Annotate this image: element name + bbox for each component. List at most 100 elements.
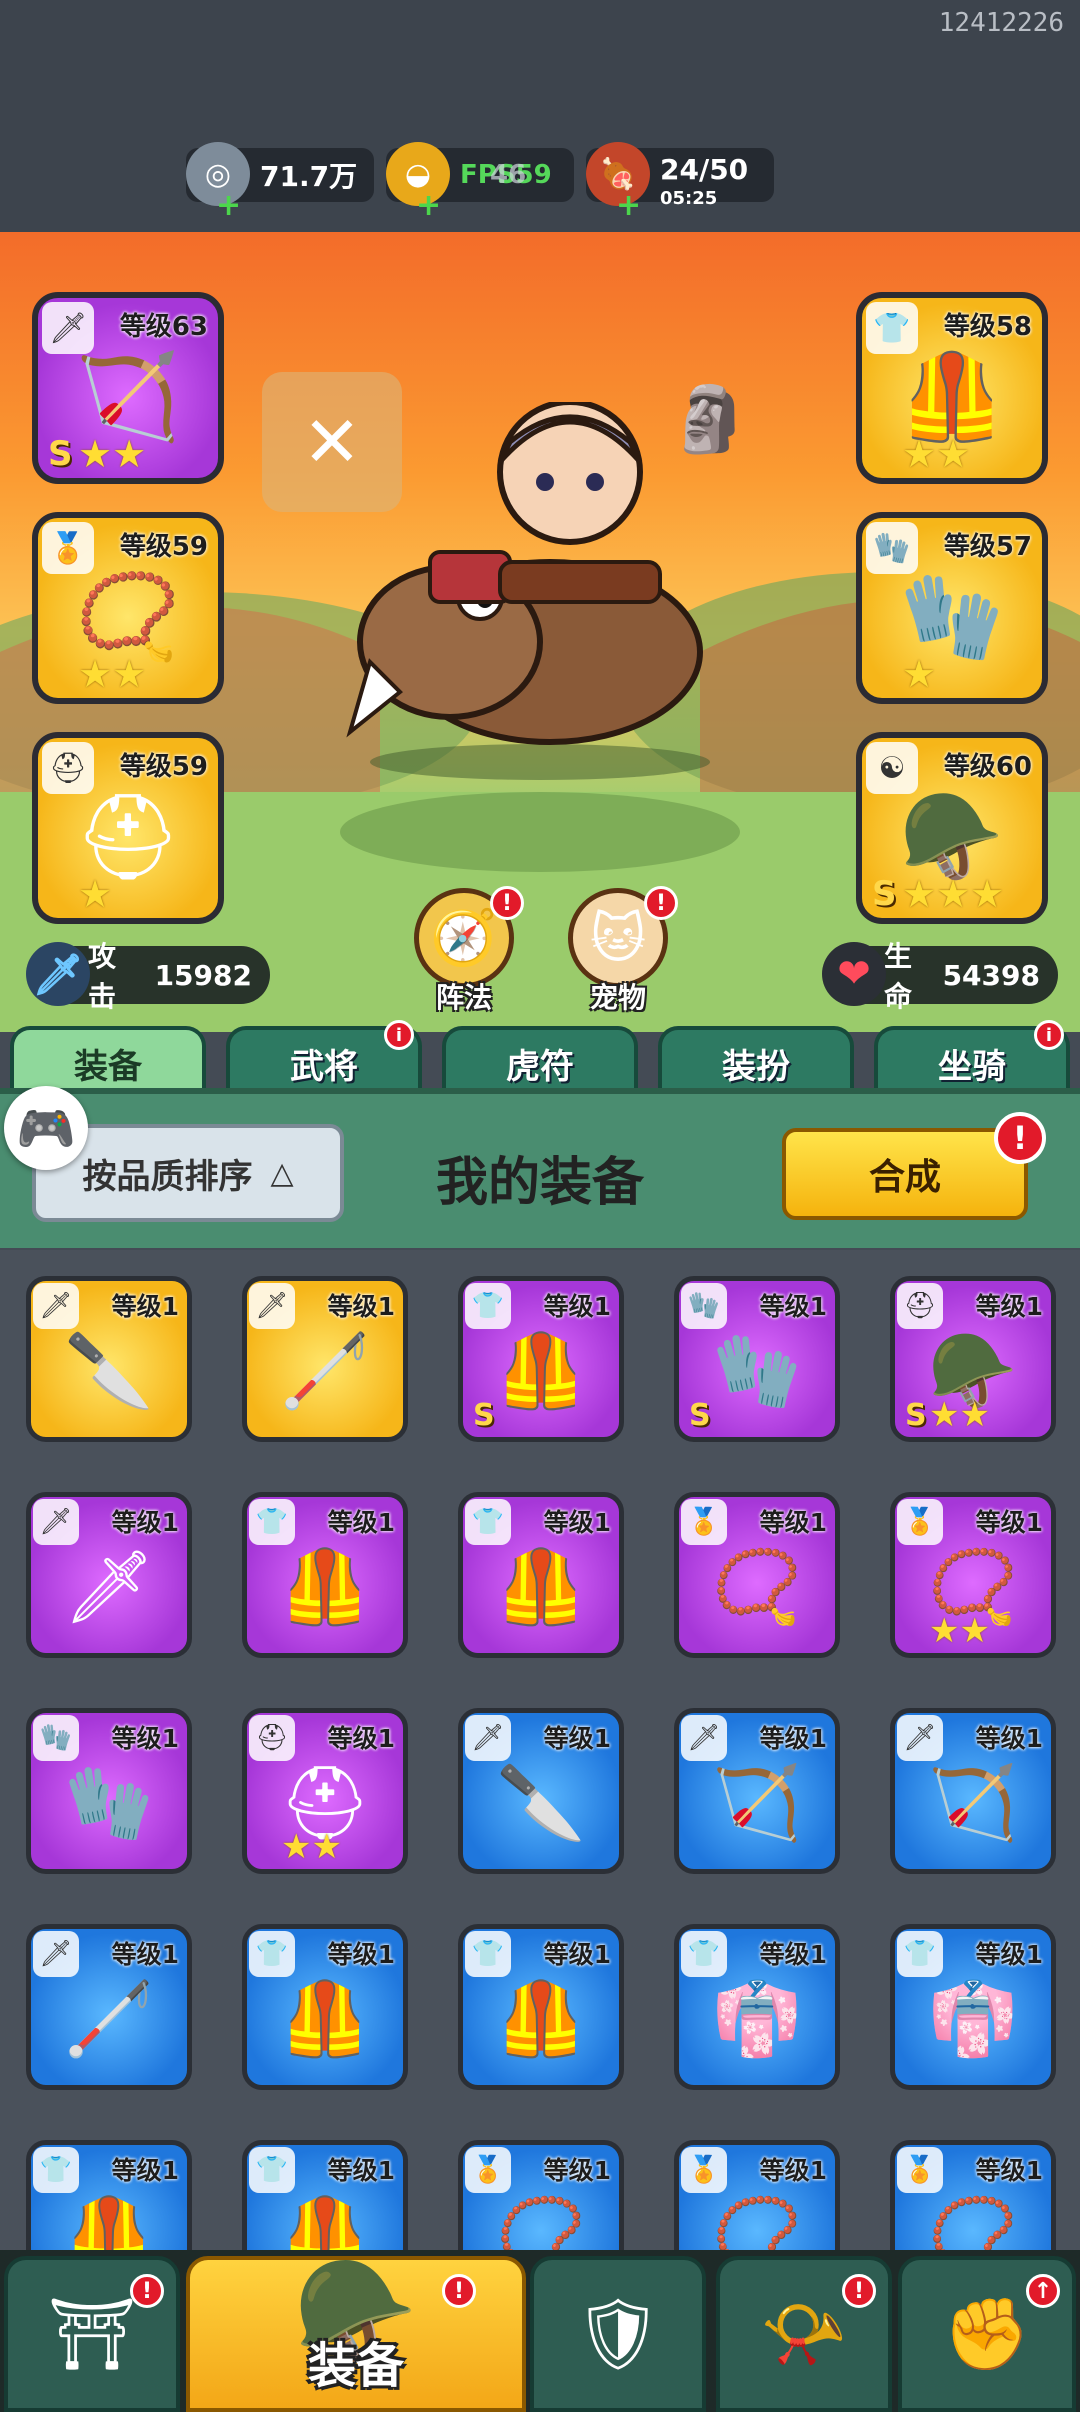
inventory-item-slot[interactable]: 👕 🦺 等级1 <box>458 1924 624 2090</box>
equipped-right-slot[interactable]: ☯ 🪖 等级60 S ★★★ <box>856 732 1048 924</box>
equipment-icon: 🦺 <box>496 1328 586 1413</box>
inventory-item-slot[interactable]: 🗡 🏹 等级1 <box>890 1708 1056 1874</box>
level-label: 等级1 <box>111 1292 179 1321</box>
level-label: 等级1 <box>975 1508 1043 1537</box>
star-rating: ★★ <box>78 652 147 696</box>
inventory-item-slot[interactable]: 🗡 🦯 等级1 <box>242 1276 408 1442</box>
slot-type-icon: 👕 <box>33 2147 79 2193</box>
silver-value: 71.7万 <box>260 160 358 193</box>
gold-resource[interactable]: ◒ FPS59 46 + <box>386 142 574 223</box>
tab-tiger-tally-label: 虎符 <box>506 1046 574 1087</box>
pet-alert-badge: ! <box>644 886 678 920</box>
level-label: 等级1 <box>111 2156 179 2185</box>
inventory-item-slot[interactable]: 🗡 🗡 等级1 <box>26 1492 192 1658</box>
star-rating: ★ <box>902 652 937 696</box>
slot-type-icon: 👕 <box>249 2147 295 2193</box>
inventory-item-slot[interactable]: 🗡 🦯 等级1 <box>26 1924 192 2090</box>
equipment-icon: 🏹 <box>928 1760 1018 1845</box>
inventory-item-slot[interactable]: 🗡 🔪 等级1 <box>458 1708 624 1874</box>
inventory-item-slot[interactable]: 🏅 📿 等级1 <box>674 2140 840 2250</box>
nav-horn-button[interactable]: 📯! <box>716 2256 892 2412</box>
nav-label: 装备 <box>307 2338 404 2394</box>
formation-label: 阵法 <box>435 981 492 1014</box>
inventory-item-slot[interactable]: 👕 🦺 等级1 <box>242 2140 408 2250</box>
inventory-item-slot[interactable]: 👕 🦺 等级1 S <box>458 1276 624 1442</box>
build-id: 12412226 <box>938 8 1064 38</box>
equipped-left-slot[interactable]: 🏅 📿 等级59 ★★ <box>32 512 224 704</box>
inventory-item-slot[interactable]: 🏅 📿 等级1 <box>890 2140 1056 2250</box>
level-label: 等级1 <box>759 1508 827 1537</box>
equipped-left-slot[interactable]: ⛑ ⛑ 等级59 ★ <box>32 732 224 924</box>
equipment-icon: 🏹 <box>712 1760 802 1845</box>
level-label: 等级1 <box>111 1724 179 1753</box>
stamina-value: 24/50 <box>660 152 749 186</box>
tab-equipment-label: 装备 <box>74 1046 142 1087</box>
inventory-item-slot[interactable]: 👕 🦺 等级1 <box>242 1924 408 2090</box>
inventory-item-slot[interactable]: ⛑ ⛑ 等级1 ★★ <box>242 1708 408 1874</box>
level-label: 等级1 <box>975 1724 1043 1753</box>
equipped-right-slot[interactable]: 👕 🦺 等级58 ★★ <box>856 292 1048 484</box>
inventory-item-slot[interactable]: 🧤 🧤 等级1 <box>26 1708 192 1874</box>
inventory-item-slot[interactable]: 🏅 📿 等级1 <box>674 1492 840 1658</box>
compass-icon: 🧭 <box>430 906 498 969</box>
add-stamina-icon[interactable]: + <box>616 188 641 223</box>
inventory-item-slot[interactable]: ⛑ 🪖 等级1 S ★★ <box>890 1276 1056 1442</box>
nav-alert-badge: ↑ <box>1026 2274 1060 2308</box>
inventory-item-slot[interactable]: 👕 👘 等级1 <box>890 1924 1056 2090</box>
equipment-icon: 📿 <box>712 1544 802 1629</box>
slot-type-icon: 🏅 <box>465 2147 511 2193</box>
star-rating: ★★ <box>78 432 147 476</box>
star-rating: ★★ <box>929 1611 990 1651</box>
equipment-icon: 🦯 <box>280 1328 370 1413</box>
inventory-item-slot[interactable]: 🧤 🧤 等级1 S <box>674 1276 840 1442</box>
inventory-item-slot[interactable]: 👕 👘 等级1 <box>674 1924 840 2090</box>
formation-alert-badge: ! <box>490 886 524 920</box>
inventory-item-slot[interactable]: 🗡 🔪 等级1 <box>26 1276 192 1442</box>
synthesize-button[interactable]: 合成 <box>782 1128 1028 1220</box>
inventory-item-slot[interactable]: 🏅 📿 等级1 <box>458 2140 624 2250</box>
tab-tiger-tally[interactable]: 虎符 <box>442 1026 638 1096</box>
level-label: 等级1 <box>543 1292 611 1321</box>
slot-type-icon: 🗡 <box>33 1283 79 1329</box>
equipment-icon: 📿 <box>712 2192 802 2250</box>
slot-type-icon: 👕 <box>465 1283 511 1329</box>
equipped-right-slot[interactable]: 🧤 🧤 等级57 ★ <box>856 512 1048 704</box>
add-silver-icon[interactable]: + <box>216 188 241 223</box>
level-label: 等级1 <box>327 1508 395 1537</box>
inventory-item-slot[interactable]: 👕 🦺 等级1 <box>458 1492 624 1658</box>
slot-type-icon: 👕 <box>465 1931 511 1977</box>
inventory-item-slot[interactable]: 🏅 📿 等级1 ★★ <box>890 1492 1056 1658</box>
add-gold-icon[interactable]: + <box>416 188 441 223</box>
synth-label: 合成 <box>868 1157 941 1198</box>
rank-label: S <box>48 434 73 474</box>
slot-type-icon: 🏅 <box>681 1499 727 1545</box>
level-label: 等级1 <box>327 1292 395 1321</box>
gamepad-icon[interactable]: 🎮 <box>4 1086 88 1170</box>
slot-type-icon: ⛑ <box>42 742 94 794</box>
equipment-icon: 👘 <box>928 1976 1018 2061</box>
triangle-up-icon: △ <box>270 1155 294 1191</box>
silver-resource[interactable]: ◎ 71.7万 + <box>186 142 374 223</box>
equipment-icon: 🗡 <box>63 1544 155 1629</box>
tab-outfit[interactable]: 装扮 <box>658 1026 854 1096</box>
stamina-resource[interactable]: 🍖 24/50 05:25 + <box>586 142 774 223</box>
slot-type-icon: 🗡 <box>897 1715 943 1761</box>
level-label: 等级1 <box>759 1940 827 1969</box>
rank-label: S <box>905 1398 927 1433</box>
inventory-item-slot[interactable]: 👕 🦺 等级1 <box>242 1492 408 1658</box>
nav-gate-button[interactable]: ⛩! <box>4 2256 180 2412</box>
tab-mount-label: 坐骑 <box>938 1046 1006 1087</box>
star-rating: ★★★ <box>902 872 1005 916</box>
rank-label: S <box>872 874 897 914</box>
inventory-item-slot[interactable]: 👕 🦺 等级1 <box>26 2140 192 2250</box>
level-label: 等级1 <box>543 1508 611 1537</box>
level-label: 等级1 <box>111 1940 179 1969</box>
equipment-icon: 🦺 <box>496 1976 586 2061</box>
level-label: 等级1 <box>543 1724 611 1753</box>
nav-fist-button[interactable]: ✊ ↑ <box>898 2256 1076 2412</box>
nav-helmet-button[interactable]: 🪖 装备! <box>186 2253 526 2412</box>
nav-shield-sword-button[interactable]: 🛡 <box>530 2256 706 2412</box>
equipped-left-slot[interactable]: 🗡 🏹 等级63 S ★★ <box>32 292 224 484</box>
inventory-item-slot[interactable]: 🗡 🏹 等级1 <box>674 1708 840 1874</box>
slot-type-icon: 🏅 <box>897 2147 943 2193</box>
